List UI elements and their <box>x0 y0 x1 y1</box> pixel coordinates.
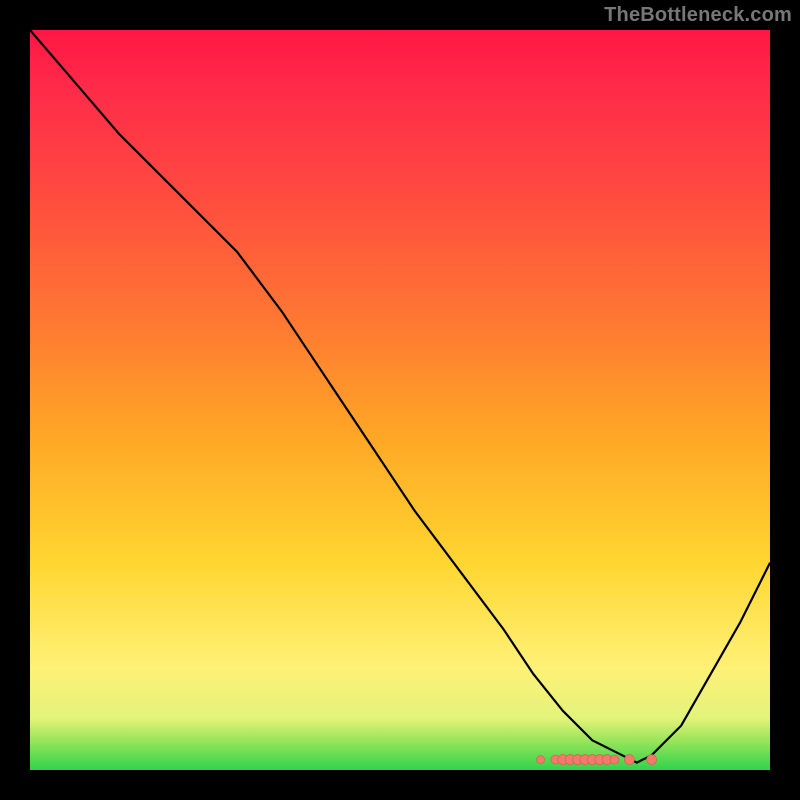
bottleneck-curve-line <box>30 30 770 763</box>
cluster-marker <box>624 755 634 765</box>
cluster-marker <box>647 755 657 765</box>
chart-stage: TheBottleneck.com <box>0 0 800 800</box>
cluster-markers <box>537 755 657 765</box>
watermark-text: TheBottleneck.com <box>604 4 792 27</box>
plot-area <box>30 30 770 770</box>
cluster-marker <box>537 756 545 764</box>
cluster-marker <box>610 755 619 764</box>
series-svg <box>30 30 770 770</box>
